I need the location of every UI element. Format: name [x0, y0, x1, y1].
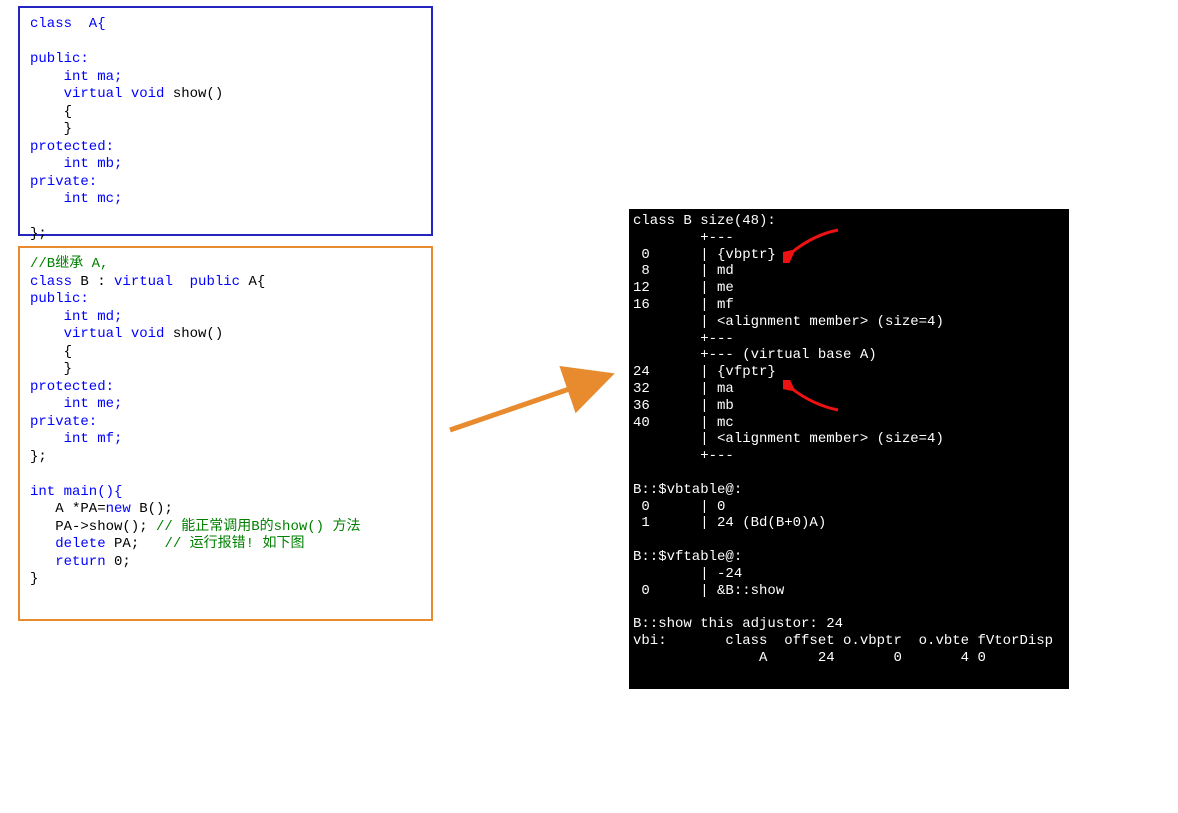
console-line: B::show this adjustor: 24 — [633, 616, 843, 632]
code-line: private: — [30, 414, 97, 430]
code-line: int mc; — [30, 191, 122, 207]
code-line: int ma; — [30, 69, 122, 85]
code-line: public: — [30, 51, 89, 67]
console-line: 36 | mb — [633, 398, 734, 414]
code-line: PA; — [106, 536, 165, 552]
console-line: 0 | &B::show — [633, 583, 784, 599]
console-line: 0 | {vbptr} — [633, 247, 776, 263]
code-line: virtual void — [30, 326, 164, 342]
code-line: int me; — [30, 396, 122, 412]
code-line: { — [30, 104, 72, 120]
console-line: class B size(48): — [633, 213, 776, 229]
code-line: int mf; — [30, 431, 122, 447]
code-line: B : — [72, 274, 114, 290]
code-line: protected: — [30, 139, 114, 155]
code-line: virtual void — [30, 86, 164, 102]
console-line: B::$vftable@: — [633, 549, 742, 565]
console-line: +--- — [633, 331, 734, 347]
console-line: +--- — [633, 448, 734, 464]
code-line: protected: — [30, 379, 114, 395]
code-line: } — [30, 361, 72, 377]
code-block-class-b: //B继承 A, class B : virtual public A{ pub… — [18, 246, 433, 621]
console-line: | -24 — [633, 566, 742, 582]
console-line: A 24 0 4 0 — [633, 650, 986, 666]
code-line: B(); — [131, 501, 173, 517]
console-line: 12 | me — [633, 280, 734, 296]
code-line: show() — [164, 86, 223, 102]
console-line: +--- — [633, 230, 734, 246]
console-line: 16 | mf — [633, 297, 734, 313]
code-line: virtual public — [114, 274, 240, 290]
console-line: +--- (virtual base A) — [633, 347, 877, 363]
code-line: show() — [164, 326, 223, 342]
code-line: public: — [30, 291, 89, 307]
code-line: class — [30, 274, 72, 290]
code-line: // 运行报错! 如下图 — [164, 536, 304, 552]
code-line: return — [30, 554, 106, 570]
code-line: } — [30, 571, 38, 587]
code-line: new — [106, 501, 131, 517]
console-line: 1 | 24 (Bd(B+0)A) — [633, 515, 826, 531]
code-line: PA->show(); — [30, 519, 156, 535]
code-line: int mb; — [30, 156, 122, 172]
arrow-right-icon — [445, 360, 625, 440]
code-line: 0; — [106, 554, 131, 570]
code-line: //B继承 A, — [30, 256, 108, 272]
console-output: class B size(48): +--- 0 | {vbptr} 8 | m… — [629, 209, 1069, 689]
code-line: } — [30, 121, 72, 137]
code-line: int md; — [30, 309, 122, 325]
code-line: { — [30, 344, 72, 360]
console-line: 40 | mc — [633, 415, 734, 431]
code-line: class A{ — [30, 16, 106, 32]
console-line: 0 | 0 — [633, 499, 725, 515]
code-line: private: — [30, 174, 97, 190]
code-line: }; — [30, 449, 47, 465]
console-line: 32 | ma — [633, 381, 734, 397]
code-line: // 能正常调用B的show() 方法 — [156, 519, 360, 535]
console-line: 24 | {vfptr} — [633, 364, 776, 380]
console-line: vbi: class offset o.vbptr o.vbte fVtorDi… — [633, 633, 1053, 649]
code-line: delete — [30, 536, 106, 552]
code-line: A *PA= — [30, 501, 106, 517]
console-line: 8 | md — [633, 263, 734, 279]
code-line: }; — [30, 226, 47, 242]
code-block-class-a: class A{ public: int ma; virtual void sh… — [18, 6, 433, 236]
console-line: | <alignment member> (size=4) — [633, 431, 944, 447]
code-line: A{ — [240, 274, 265, 290]
console-line: | <alignment member> (size=4) — [633, 314, 944, 330]
code-line: int main(){ — [30, 484, 122, 500]
console-line: B::$vbtable@: — [633, 482, 742, 498]
